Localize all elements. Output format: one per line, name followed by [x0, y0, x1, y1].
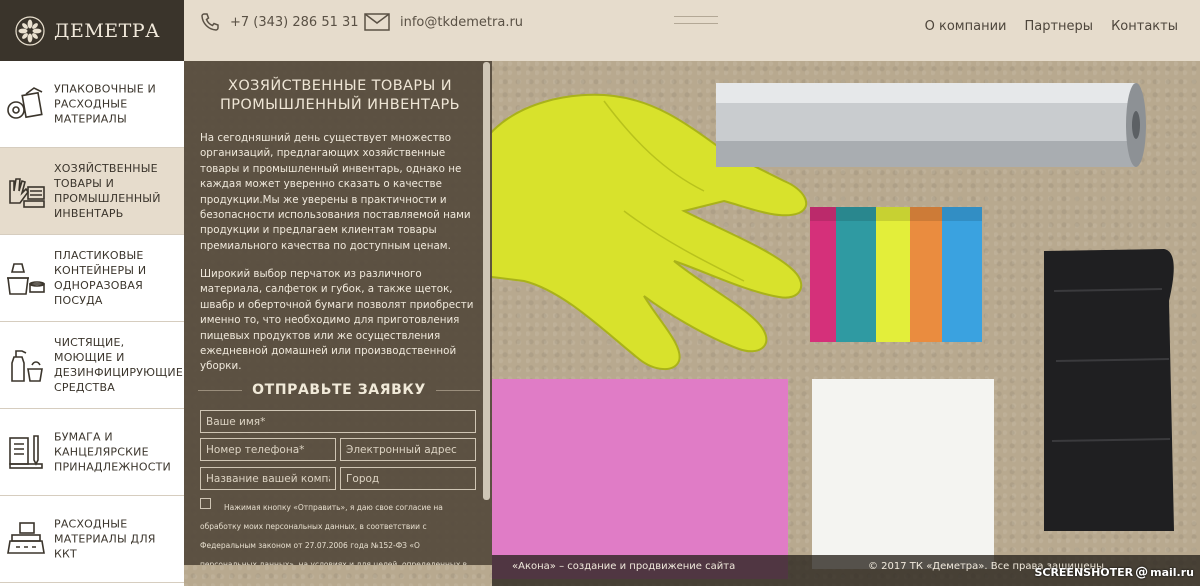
packaging-icon: [7, 87, 43, 119]
header-divider: [674, 16, 718, 24]
sidebar-item-label: Расходные материалы для ККТ: [54, 517, 156, 561]
sidebar-item-cleaning[interactable]: Чистящие, моющие и дезинфицирующие средс…: [0, 322, 184, 409]
stationery-icon: [9, 435, 43, 469]
request-form-title: ОТПРАВЬТЕ ЗАЯВКУ: [198, 379, 480, 401]
sidebar-item-label: Бумага и канцелярские принадлежности: [54, 430, 171, 474]
sidebar-item-label: Пластиковые контейнеры и одноразовая пос…: [54, 249, 147, 307]
trash-bags-illustration: [1044, 249, 1174, 531]
city-field[interactable]: [340, 467, 476, 490]
consent-checkbox[interactable]: [200, 498, 211, 509]
sidebar-item-household[interactable]: Хозяйственные товары и промышленный инве…: [0, 148, 184, 235]
top-header: +7 (343) 286 51 31 info@tkdemetra.ru О к…: [184, 0, 1200, 61]
screenshoter-watermark: SCREENSHOTER @ mail.ru: [1034, 565, 1194, 580]
phone-field[interactable]: [200, 438, 336, 461]
sidebar-item-cash-register[interactable]: Расходные материалы для ККТ: [0, 496, 184, 583]
pink-cloth-illustration: [492, 379, 788, 579]
range-paragraph: Широкий выбор перчаток из различного мат…: [200, 268, 474, 373]
header-phone[interactable]: +7 (343) 286 51 31: [200, 0, 359, 44]
logo-emblem-icon: [15, 15, 45, 46]
foil-roll-illustration: [716, 83, 1146, 167]
phone-number: +7 (343) 286 51 31: [230, 14, 359, 30]
logo[interactable]: ДЕМЕТРА: [0, 0, 184, 61]
email-address: info@tkdemetra.ru: [400, 14, 524, 30]
header-email[interactable]: info@tkdemetra.ru: [364, 0, 523, 44]
envelope-icon: [364, 13, 390, 31]
sidebar-item-packaging[interactable]: Упаковочные и расходные материалы: [0, 61, 184, 148]
containers-icon: [7, 263, 45, 295]
name-field[interactable]: [200, 410, 476, 433]
napkin-illustration: [812, 379, 994, 569]
nav-about[interactable]: О компании: [925, 19, 1007, 34]
company-field[interactable]: [200, 467, 336, 490]
cash-register-icon: [7, 522, 45, 554]
nav-partners[interactable]: Партнеры: [1024, 19, 1093, 34]
panel-scrollbar[interactable]: [483, 62, 490, 500]
intro-paragraph: На сегодняшний день существует множество…: [200, 132, 471, 252]
category-sidebar: Упаковочные и расходные материалы Хозяйс…: [0, 61, 184, 586]
phone-icon: [201, 13, 219, 31]
sidebar-item-label: Упаковочные и расходные материалы: [54, 82, 156, 126]
household-icon: [9, 178, 45, 208]
sidebar-item-label: Хозяйственные товары и промышленный инве…: [54, 162, 161, 220]
info-panel: Хозяйственные товары и промышленный инве…: [184, 61, 492, 565]
consent-text: Нажимая кнопку «Отправить», я даю свое с…: [200, 503, 468, 565]
main-nav: О компании Партнеры Контакты: [925, 0, 1178, 52]
sidebar-item-containers[interactable]: Пластиковые контейнеры и одноразовая пос…: [0, 235, 184, 322]
nav-contacts[interactable]: Контакты: [1111, 19, 1178, 34]
sidebar-item-stationery[interactable]: Бумага и канцелярские принадлежности: [0, 409, 184, 496]
sidebar-item-label: Чистящие, моющие и дезинфицирующие средс…: [54, 336, 183, 394]
cleaning-icon: [11, 350, 43, 382]
developer-credit[interactable]: «Акона» – создание и продвижение сайта: [512, 555, 735, 577]
sponges-illustration: [810, 207, 982, 342]
email-field[interactable]: [340, 438, 476, 461]
page-title: Хозяйственные товары и промышленный инве…: [219, 78, 461, 113]
brand-name: ДЕМЕТРА: [54, 19, 160, 42]
